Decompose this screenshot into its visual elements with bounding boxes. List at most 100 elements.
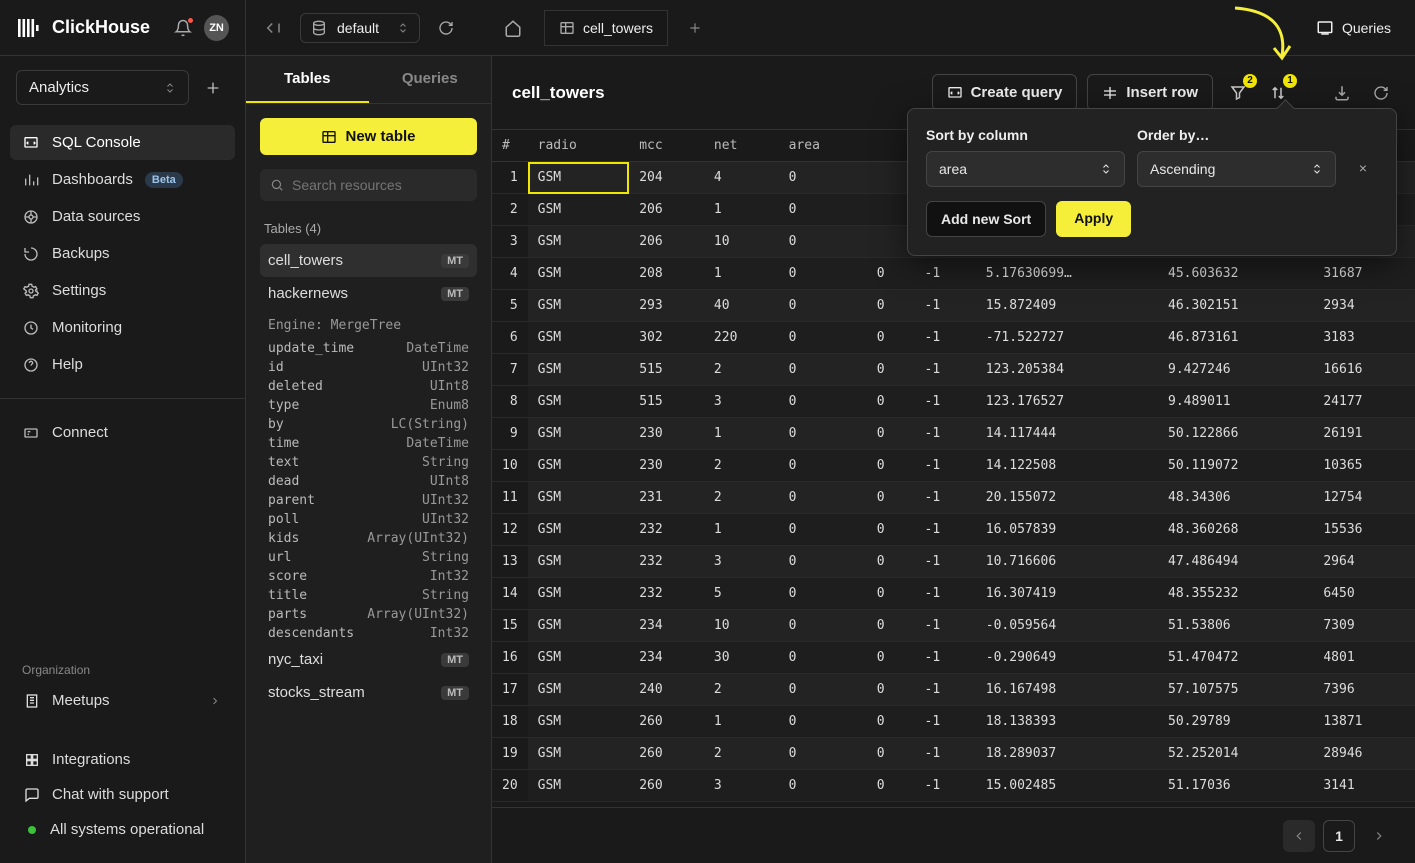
cell[interactable]: 0: [779, 258, 867, 290]
cell[interactable]: 14.117444: [976, 418, 1158, 450]
prev-page-button[interactable]: [1283, 820, 1315, 852]
cell[interactable]: 16.057839: [976, 514, 1158, 546]
cell[interactable]: 7396: [1313, 674, 1415, 706]
column-header[interactable]: radio: [528, 130, 630, 162]
cell[interactable]: 52.252014: [1158, 738, 1313, 770]
cell[interactable]: 260: [629, 770, 704, 802]
cell[interactable]: 208: [629, 258, 704, 290]
cell[interactable]: -1: [915, 354, 976, 386]
cell[interactable]: -1: [915, 258, 976, 290]
table-row[interactable]: 16GSM2343000-1-0.29064951.4704724801: [492, 642, 1415, 674]
cell[interactable]: 18.138393: [976, 706, 1158, 738]
cell[interactable]: 0: [779, 706, 867, 738]
cell[interactable]: 3141: [1313, 770, 1415, 802]
open-tab[interactable]: cell_towers: [544, 10, 668, 46]
column-header[interactable]: mcc: [629, 130, 704, 162]
cell[interactable]: 0: [867, 674, 915, 706]
page-number[interactable]: 1: [1323, 820, 1355, 852]
table-row[interactable]: 11GSM231200-120.15507248.3430612754: [492, 482, 1415, 514]
cell[interactable]: 7309: [1313, 610, 1415, 642]
cell[interactable]: 0: [779, 386, 867, 418]
cell[interactable]: 0: [779, 162, 867, 194]
cell[interactable]: 0: [867, 258, 915, 290]
cell[interactable]: 15.002485: [976, 770, 1158, 802]
cell[interactable]: 26191: [1313, 418, 1415, 450]
cell[interactable]: 16616: [1313, 354, 1415, 386]
column-header[interactable]: area: [779, 130, 867, 162]
queries-link[interactable]: Queries: [1316, 19, 1391, 37]
cell[interactable]: 0: [867, 706, 915, 738]
cell[interactable]: GSM: [528, 738, 630, 770]
cell[interactable]: 302: [629, 322, 704, 354]
table-row[interactable]: 9GSM230100-114.11744450.12286626191: [492, 418, 1415, 450]
notifications-icon[interactable]: [174, 19, 192, 37]
cell[interactable]: 10.716606: [976, 546, 1158, 578]
cell[interactable]: 5.17630699…: [976, 258, 1158, 290]
cell[interactable]: -1: [915, 738, 976, 770]
cell[interactable]: 3: [704, 770, 779, 802]
cell[interactable]: 232: [629, 546, 704, 578]
cell[interactable]: 0: [779, 770, 867, 802]
table-row[interactable]: 7GSM515200-1123.2053849.42724616616: [492, 354, 1415, 386]
cell[interactable]: 16.307419: [976, 578, 1158, 610]
export-icon[interactable]: [1327, 78, 1357, 108]
cell[interactable]: 206: [629, 194, 704, 226]
nav-item-dashboards[interactable]: DashboardsBeta: [10, 162, 235, 197]
cell[interactable]: 0: [779, 546, 867, 578]
cell[interactable]: 0: [779, 482, 867, 514]
cell[interactable]: -1: [915, 322, 976, 354]
cell[interactable]: GSM: [528, 258, 630, 290]
cell[interactable]: 3: [704, 386, 779, 418]
cell[interactable]: 13871: [1313, 706, 1415, 738]
cell[interactable]: GSM: [528, 290, 630, 322]
cell[interactable]: 2934: [1313, 290, 1415, 322]
refresh-icon[interactable]: [1367, 79, 1395, 107]
cell[interactable]: 3: [704, 546, 779, 578]
cell[interactable]: 15.872409: [976, 290, 1158, 322]
cell[interactable]: 204: [629, 162, 704, 194]
cell[interactable]: 220: [704, 322, 779, 354]
cell[interactable]: 45.603632: [1158, 258, 1313, 290]
cell[interactable]: 50.29789: [1158, 706, 1313, 738]
cell[interactable]: 232: [629, 514, 704, 546]
table-row[interactable]: 10GSM230200-114.12250850.11907210365: [492, 450, 1415, 482]
service-selector[interactable]: Analytics: [16, 70, 189, 105]
table-row[interactable]: 18GSM260100-118.13839350.2978913871: [492, 706, 1415, 738]
cell[interactable]: GSM: [528, 578, 630, 610]
cell[interactable]: -1: [915, 386, 976, 418]
cell[interactable]: 12754: [1313, 482, 1415, 514]
cell[interactable]: 230: [629, 450, 704, 482]
cell[interactable]: 0: [779, 418, 867, 450]
cell[interactable]: 2: [704, 738, 779, 770]
cell[interactable]: 5: [704, 578, 779, 610]
cell[interactable]: GSM: [528, 642, 630, 674]
new-table-button[interactable]: New table: [260, 118, 477, 155]
cell[interactable]: 2: [704, 674, 779, 706]
cell[interactable]: 50.122866: [1158, 418, 1313, 450]
cell[interactable]: 0: [779, 194, 867, 226]
cell[interactable]: 0: [867, 354, 915, 386]
cell[interactable]: 9.427246: [1158, 354, 1313, 386]
cell[interactable]: 0: [867, 610, 915, 642]
cell[interactable]: GSM: [528, 514, 630, 546]
cell[interactable]: 10365: [1313, 450, 1415, 482]
nav-item-help[interactable]: Help: [10, 347, 235, 382]
cell[interactable]: 51.17036: [1158, 770, 1313, 802]
cell[interactable]: 0: [867, 514, 915, 546]
cell[interactable]: GSM: [528, 482, 630, 514]
cell[interactable]: -0.290649: [976, 642, 1158, 674]
table-row[interactable]: 12GSM232100-116.05783948.36026815536: [492, 514, 1415, 546]
table-item[interactable]: hackernewsMT: [260, 277, 477, 310]
nav-item-monitoring[interactable]: Monitoring: [10, 310, 235, 345]
cell[interactable]: 3183: [1313, 322, 1415, 354]
cell[interactable]: 46.302151: [1158, 290, 1313, 322]
sort-order-select[interactable]: Ascending: [1137, 151, 1336, 187]
integrations-link[interactable]: Integrations: [14, 742, 231, 777]
cell[interactable]: 231: [629, 482, 704, 514]
cell[interactable]: -1: [915, 418, 976, 450]
sort-column-select[interactable]: area: [926, 151, 1125, 187]
cell[interactable]: -1: [915, 642, 976, 674]
cell[interactable]: 6450: [1313, 578, 1415, 610]
cell[interactable]: 48.360268: [1158, 514, 1313, 546]
cell[interactable]: GSM: [528, 450, 630, 482]
